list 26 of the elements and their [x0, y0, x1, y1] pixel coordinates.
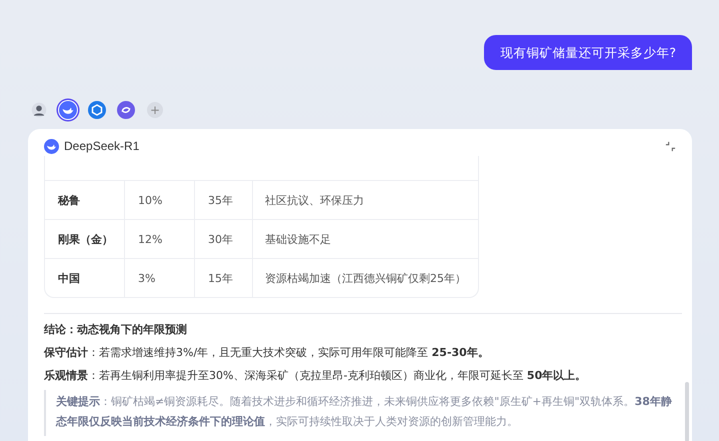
- table-cell: 秘鲁: [45, 181, 125, 219]
- table-cell-text: 资源枯竭加速（江西德兴铜矿仅剩25年）: [264, 270, 467, 286]
- table-cell: 10%: [125, 181, 195, 219]
- table-cell: 12%: [125, 220, 195, 258]
- table-cell: 15年: [195, 259, 253, 297]
- model-button[interactable]: [116, 100, 136, 120]
- table-cell-text: 社区抗议、环保压力: [264, 192, 365, 208]
- table-cell: 刚果（金）: [45, 220, 125, 258]
- model-button[interactable]: [58, 100, 78, 120]
- table-cell: 35年: [195, 181, 253, 219]
- table-cell: 30年: [195, 220, 253, 258]
- collapse-icon[interactable]: [665, 140, 676, 152]
- paragraph: 保守估计：若需求增速维持3%/年，且无重大技术突破，实际可用年限可能降至 25-30年。: [44, 345, 490, 361]
- user-message: 现有铜矿储量还可开采多少年?: [484, 35, 692, 70]
- scrollbar[interactable]: [685, 382, 689, 441]
- table-cell: 中国: [45, 259, 125, 297]
- table-cell-text: 基础设施不足: [264, 232, 332, 248]
- add-button[interactable]: +: [147, 102, 163, 118]
- paragraph: 乐观情景：若再生铜利用率提升至30%、深海采矿（克拉里昂-克利珀顿区）商业化，年限可延长至 50年以上。: [44, 368, 588, 384]
- avatar-button[interactable]: [29, 100, 49, 120]
- model-name: DeepSeek-R1: [64, 139, 140, 153]
- model-button[interactable]: [87, 100, 107, 120]
- table-cell: 3%: [125, 259, 195, 297]
- note-quote: 关键提示：铜矿枯竭≠铜资源耗尽。随着技术进步和循环经济推进，未来铜供应将更多依赖"原生矿+再生铜"双轨体系。38年静态年限仅反映当前技术经济条件下的理论值，实际可持续性取决于人类对资源的创新管理能力。: [44, 390, 676, 436]
- conclusion-title: 结论：动态视角下的年限预测: [44, 322, 188, 338]
- whale-icon: [44, 138, 59, 154]
